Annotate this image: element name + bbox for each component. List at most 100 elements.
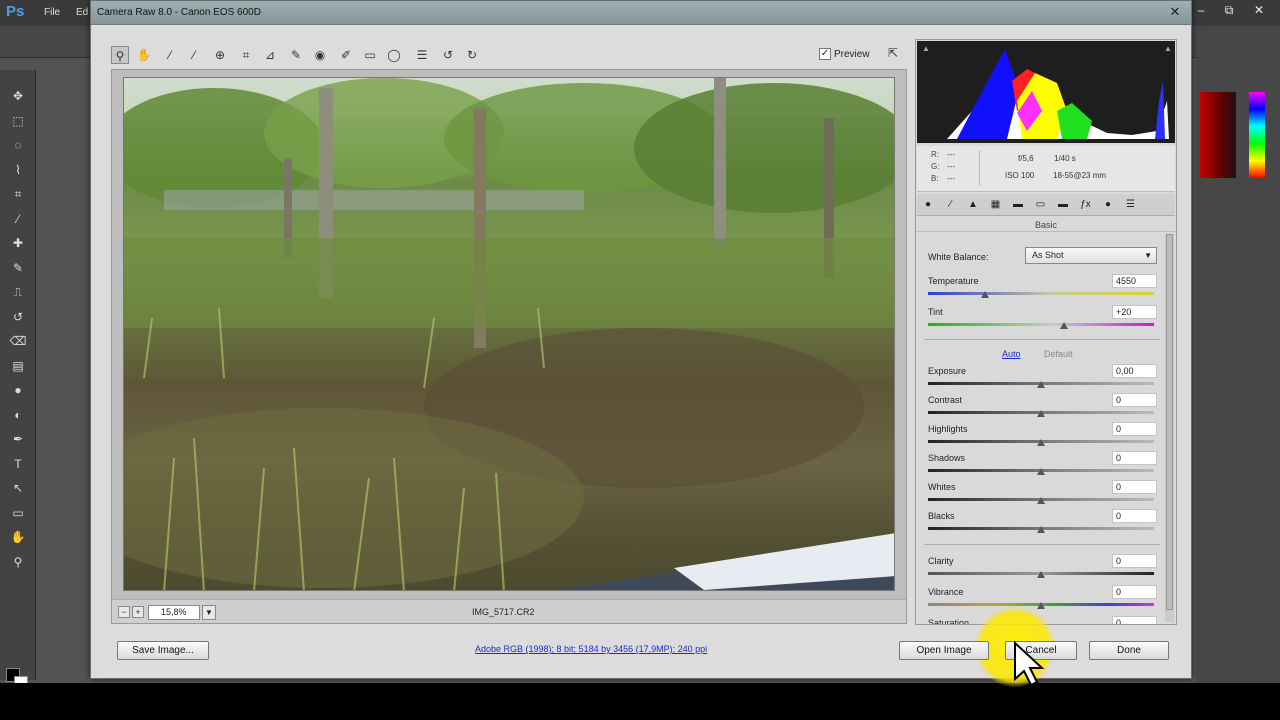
shadow-clipping-warning-icon[interactable]: ▲ — [921, 44, 931, 53]
color-picker-field[interactable] — [1200, 92, 1236, 178]
highlights-value-field[interactable]: 0 — [1112, 422, 1157, 436]
shadows-value-field[interactable]: 0 — [1112, 451, 1157, 465]
crop-icon[interactable]: ⌗ — [9, 186, 27, 202]
rotate-ccw-icon[interactable]: ↺ — [439, 46, 457, 64]
brush-icon[interactable]: ✎ — [9, 260, 27, 276]
menu-file[interactable]: File — [44, 7, 60, 18]
white-balance-icon[interactable]: ⁄ — [161, 46, 179, 64]
blur-icon[interactable]: ● — [9, 382, 27, 398]
clarity-value-field[interactable]: 0 — [1112, 554, 1157, 568]
move-icon[interactable]: ✥ — [9, 88, 27, 104]
marquee-icon[interactable]: ⬚ — [9, 113, 27, 129]
hand-icon[interactable]: ✋ — [135, 46, 153, 64]
rotate-cw-icon[interactable]: ↻ — [463, 46, 481, 64]
temperature-slider-thumb[interactable] — [980, 291, 989, 298]
targeted-adjustment-icon[interactable]: ⊕ — [211, 46, 229, 64]
panel-scrollbar[interactable] — [1165, 234, 1174, 622]
workflow-options-link[interactable]: Adobe RGB (1998); 8 bit; 5184 by 3456 (1… — [475, 644, 707, 654]
zoom-icon[interactable]: ⚲ — [111, 46, 129, 64]
white-balance-select[interactable]: As Shot ▼ — [1025, 247, 1157, 264]
blacks-value-field[interactable]: 0 — [1112, 509, 1157, 523]
shutter-value: 1/40 s — [1054, 154, 1076, 163]
saturation-value-field[interactable]: 0 — [1112, 616, 1157, 624]
contrast-slider-thumb[interactable] — [1037, 410, 1045, 417]
vibrance-value-field[interactable]: 0 — [1112, 585, 1157, 599]
effects-icon[interactable]: ▬ — [1056, 198, 1070, 212]
hsl-icon[interactable]: ▦ — [989, 198, 1003, 212]
eraser-icon[interactable]: ⌫ — [9, 333, 27, 349]
section-divider — [924, 339, 1160, 340]
close-icon[interactable]: ✕ — [1165, 3, 1185, 21]
temperature-slider-track[interactable] — [928, 292, 1154, 295]
lasso-icon[interactable]: ◌ — [9, 137, 27, 153]
close-icon[interactable]: ✕ — [1244, 0, 1274, 20]
highlight-clipping-warning-icon[interactable]: ▲ — [1163, 44, 1173, 53]
clone-stamp-icon[interactable]: ⎍ — [9, 284, 27, 300]
contrast-value-field[interactable]: 0 — [1112, 393, 1157, 407]
blacks-slider-thumb[interactable] — [1037, 526, 1045, 533]
zoom-level-field[interactable]: 15,8% — [148, 605, 200, 620]
presets-icon[interactable]: ● — [1101, 198, 1115, 212]
color-sampler-icon[interactable]: ⁄ — [185, 46, 203, 64]
dialog-titlebar[interactable]: Camera Raw 8.0 - Canon EOS 600D ✕ — [91, 1, 1191, 25]
tint-slider-thumb[interactable] — [1059, 322, 1068, 329]
gradient-icon[interactable]: ▤ — [9, 358, 27, 374]
hue-slider[interactable] — [1249, 92, 1265, 178]
tint-value-field[interactable]: +20 — [1112, 305, 1157, 319]
split-toning-icon[interactable]: ▬ — [1011, 198, 1025, 212]
auto-link[interactable]: Auto — [1002, 349, 1021, 359]
highlights-slider-thumb[interactable] — [1037, 439, 1045, 446]
healing-brush-icon[interactable]: ✚ — [9, 235, 27, 251]
exposure-value-field[interactable]: 0,00 — [1112, 364, 1157, 378]
photo-preview[interactable] — [123, 77, 895, 591]
adjustment-brush-icon[interactable]: ✐ — [337, 46, 355, 64]
histogram-graph — [947, 49, 1169, 139]
type-icon[interactable]: T — [9, 456, 27, 472]
lens-corrections-icon[interactable]: ▭ — [1034, 198, 1048, 212]
zoom-in-button[interactable]: + — [132, 606, 144, 618]
zoom-dropdown-button[interactable]: ▼ — [202, 605, 216, 620]
graduated-filter-icon[interactable]: ▭ — [361, 46, 379, 64]
adjustments-panel: ▲ ▲ R: --- G: --- B: --- f/5,6 1/40 s IS… — [915, 39, 1177, 625]
whites-slider-thumb[interactable] — [1037, 497, 1045, 504]
temperature-value-field[interactable]: 4550 — [1112, 274, 1157, 288]
shadows-slider-thumb[interactable] — [1037, 468, 1045, 475]
dodge-icon[interactable]: ◐ — [9, 407, 27, 423]
snapshots-icon[interactable]: ☰ — [1124, 198, 1138, 212]
open-image-button[interactable]: Open Image — [899, 641, 989, 660]
menu-edit[interactable]: Ed — [76, 7, 88, 18]
spot-removal-icon[interactable]: ✎ — [287, 46, 305, 64]
restore-icon[interactable]: ⧉ — [1214, 0, 1244, 20]
tone-curve-icon[interactable]: ⁄ — [944, 198, 958, 212]
preferences-icon[interactable]: ☰ — [413, 46, 431, 64]
save-image-button[interactable]: Save Image... — [117, 641, 209, 660]
path-select-icon[interactable]: ↖ — [9, 480, 27, 496]
quick-select-icon[interactable]: ⌇ — [9, 162, 27, 178]
preview-checkbox[interactable]: ✓ — [819, 48, 831, 60]
contrast-label: Contrast — [928, 395, 963, 405]
zoom-out-button[interactable]: − — [118, 606, 130, 618]
pen-icon[interactable]: ✒ — [9, 431, 27, 447]
history-brush-icon[interactable]: ↺ — [9, 309, 27, 325]
camera-calibration-icon[interactable]: ƒx — [1079, 198, 1093, 212]
radial-filter-icon[interactable]: ◯ — [385, 46, 403, 64]
fullscreen-icon[interactable]: ⇱ — [884, 46, 902, 62]
exposure-slider-thumb[interactable] — [1037, 381, 1045, 388]
whites-value-field[interactable]: 0 — [1112, 480, 1157, 494]
mouse-cursor-icon — [1014, 641, 1045, 687]
clarity-slider-thumb[interactable] — [1037, 571, 1045, 578]
basic-icon[interactable]: ● — [921, 198, 935, 212]
eyedropper-icon[interactable]: ⁄ — [9, 211, 27, 227]
straighten-icon[interactable]: ⊿ — [261, 46, 279, 64]
tint-slider-track[interactable] — [928, 323, 1154, 326]
crop-icon[interactable]: ⌗ — [237, 46, 255, 64]
zoom-icon[interactable]: ⚲ — [9, 554, 27, 570]
default-link[interactable]: Default — [1044, 349, 1073, 359]
red-eye-icon[interactable]: ◉ — [311, 46, 329, 64]
detail-icon[interactable]: ▲ — [966, 198, 980, 212]
done-button[interactable]: Done — [1089, 641, 1169, 660]
panel-scrollbar-thumb[interactable] — [1166, 234, 1173, 610]
vibrance-slider-thumb[interactable] — [1037, 602, 1045, 609]
hand-icon[interactable]: ✋ — [9, 529, 27, 545]
shape-icon[interactable]: ▭ — [9, 505, 27, 521]
